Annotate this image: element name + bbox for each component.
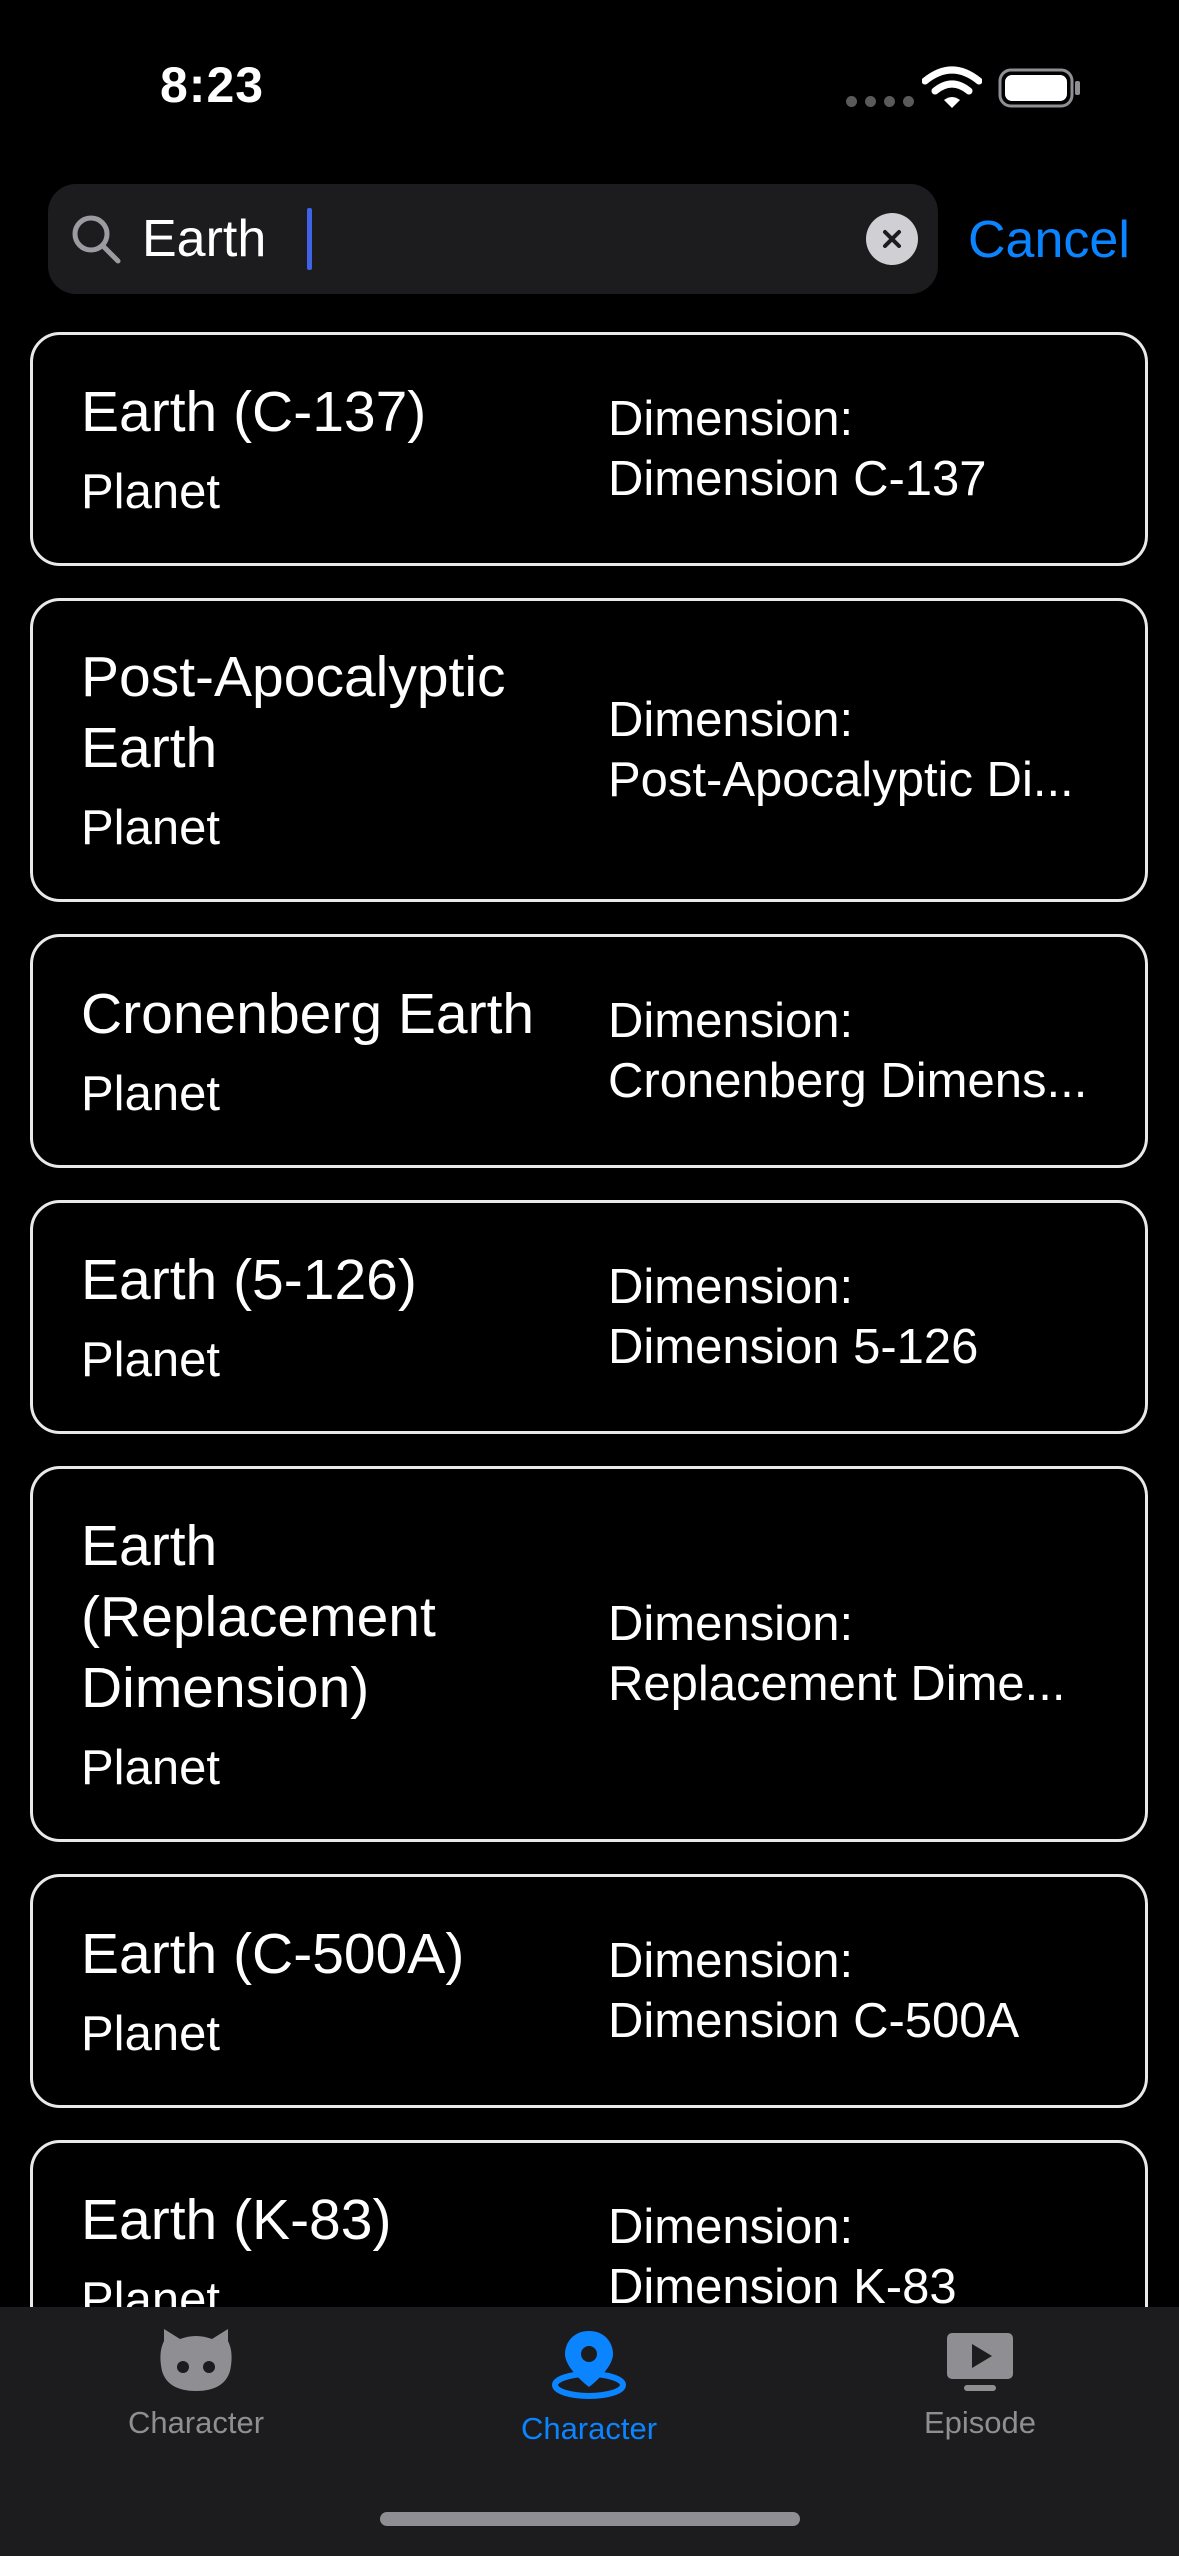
location-info: Earth (K-83) Planet — [81, 2143, 581, 2308]
tab-label: Character — [127, 2405, 265, 2440]
dimension-value: Dimension K-83 — [608, 2260, 957, 2307]
location-type: Planet — [81, 2272, 220, 2308]
location-card[interactable]: Earth (Replacement Dimension) Planet Dim… — [30, 1466, 1148, 1842]
dimension-info: Dimension: Dimension C-500A — [608, 1877, 1128, 2105]
dimension-value: Dimension C-500A — [608, 1994, 1020, 2048]
dimension-label: Dimension: — [608, 2200, 854, 2254]
dimension-label: Dimension: — [608, 1597, 854, 1651]
location-name: Earth (5-126) — [81, 1247, 417, 1312]
cellular-signal-icon — [846, 96, 914, 107]
dimension-value: Cronenberg Dimens... — [608, 1054, 1088, 1108]
dimension-info: Dimension: Dimension C-137 — [608, 335, 1128, 563]
location-info: Earth (C-137) Planet — [81, 335, 581, 563]
location-type: Planet — [81, 1740, 220, 1795]
dimension-info: Dimension: Cronenberg Dimens... — [608, 937, 1128, 1165]
dimension-info: Dimension: Dimension K-83 — [608, 2143, 1128, 2307]
cancel-button[interactable]: Cancel — [968, 200, 1130, 280]
location-pin-icon — [552, 2331, 626, 2399]
location-card[interactable]: Earth (K-83) Planet Dimension: Dimension… — [30, 2140, 1148, 2307]
location-type: Planet — [81, 801, 220, 855]
location-card[interactable]: Earth (C-137) Planet Dimension: Dimensio… — [30, 332, 1148, 566]
tab-location[interactable]: Character — [439, 2327, 739, 2477]
location-info: Cronenberg Earth Planet — [81, 937, 581, 1165]
tv-play-icon — [947, 2333, 1013, 2391]
dimension-value: Dimension 5-126 — [608, 1320, 979, 1374]
location-name: Post-Apocalyptic Earth — [81, 645, 506, 780]
location-type: Planet — [81, 2006, 220, 2061]
wifi-icon — [922, 66, 982, 108]
location-info: Earth (Replacement Dimension) Planet — [81, 1469, 581, 1839]
location-list[interactable]: Earth (C-137) Planet Dimension: Dimensio… — [0, 332, 1179, 2307]
dimension-value: Replacement Dime... — [608, 1657, 1066, 1711]
location-info: Post-Apocalyptic Earth Planet — [81, 601, 581, 899]
location-card[interactable]: Post-Apocalyptic Earth Planet Dimension:… — [30, 598, 1148, 902]
dimension-label: Dimension: — [608, 994, 854, 1048]
dimension-label: Dimension: — [608, 1260, 854, 1314]
search-bar[interactable] — [48, 184, 938, 294]
location-name: Earth (K-83) — [81, 2187, 392, 2252]
location-name: Earth (Replacement Dimension) — [81, 1513, 436, 1720]
search-input[interactable] — [142, 198, 882, 280]
screen: 8:23 Cancel Ea — [0, 0, 1179, 2556]
location-type: Planet — [81, 1066, 220, 1121]
close-icon — [883, 230, 901, 248]
dimension-value: Dimension C-137 — [608, 452, 987, 506]
character-face-icon — [160, 2329, 232, 2391]
home-indicator[interactable] — [380, 2512, 800, 2526]
tab-episode[interactable]: Episode — [830, 2327, 1130, 2477]
location-card[interactable]: Earth (C-500A) Planet Dimension: Dimensi… — [30, 1874, 1148, 2108]
location-info: Earth (5-126) Planet — [81, 1203, 581, 1431]
dimension-label: Dimension: — [608, 392, 854, 446]
location-card[interactable]: Earth (5-126) Planet Dimension: Dimensio… — [30, 1200, 1148, 1434]
dimension-info: Dimension: Post-Apocalyptic Di... — [608, 601, 1128, 899]
dimension-value: Post-Apocalyptic Di... — [608, 753, 1074, 807]
status-bar: 8:23 — [0, 0, 1179, 170]
location-card[interactable]: Cronenberg Earth Planet Dimension: Crone… — [30, 934, 1148, 1168]
dimension-info: Dimension: Replacement Dime... — [608, 1469, 1128, 1839]
tab-label: Episode — [923, 2405, 1037, 2440]
location-name: Earth (C-137) — [81, 379, 427, 444]
location-type: Planet — [81, 1332, 220, 1387]
location-type: Planet — [81, 464, 220, 519]
search-icon — [72, 215, 121, 264]
dimension-label: Dimension: — [608, 1934, 854, 1988]
tab-label: Character — [520, 2411, 658, 2446]
location-name: Earth (C-500A) — [81, 1921, 465, 1986]
battery-icon — [998, 68, 1080, 108]
location-name: Cronenberg Earth — [81, 981, 535, 1046]
dimension-info: Dimension: Dimension 5-126 — [608, 1203, 1128, 1431]
tab-character[interactable]: Character — [46, 2327, 346, 2477]
clear-search-button[interactable] — [866, 213, 918, 265]
dimension-label: Dimension: — [608, 693, 854, 747]
text-cursor — [307, 208, 312, 270]
status-time: 8:23 — [160, 57, 265, 113]
location-info: Earth (C-500A) Planet — [81, 1877, 581, 2105]
